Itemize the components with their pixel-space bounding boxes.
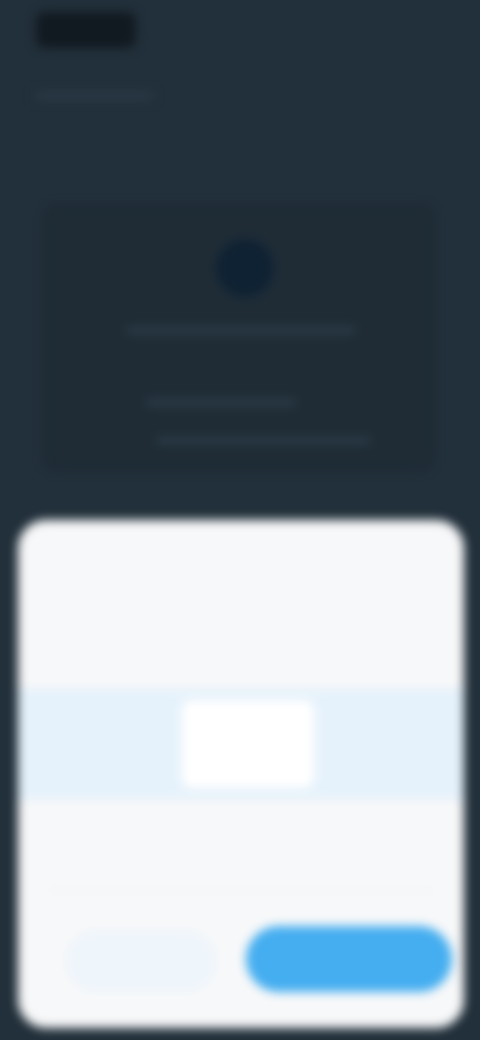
app-screen [0, 0, 480, 1040]
header-action-button[interactable] [345, 14, 453, 48]
card-text-bar [146, 399, 296, 406]
background-card [44, 205, 434, 470]
card-text-bar [156, 437, 371, 444]
plan-option-1[interactable] [38, 700, 170, 788]
bottom-sheet-modal [18, 520, 464, 1028]
divider [48, 890, 434, 891]
plan-options-row [18, 688, 464, 800]
top-header [0, 0, 480, 70]
page-heading-placeholder [34, 92, 154, 100]
cancel-button[interactable] [66, 930, 216, 992]
plan-option-3[interactable] [318, 700, 450, 788]
confirm-button[interactable] [246, 926, 452, 992]
avatar [216, 239, 274, 297]
app-logo[interactable] [36, 12, 136, 48]
card-text-bar [126, 327, 356, 334]
plan-option-2[interactable] [182, 700, 314, 788]
